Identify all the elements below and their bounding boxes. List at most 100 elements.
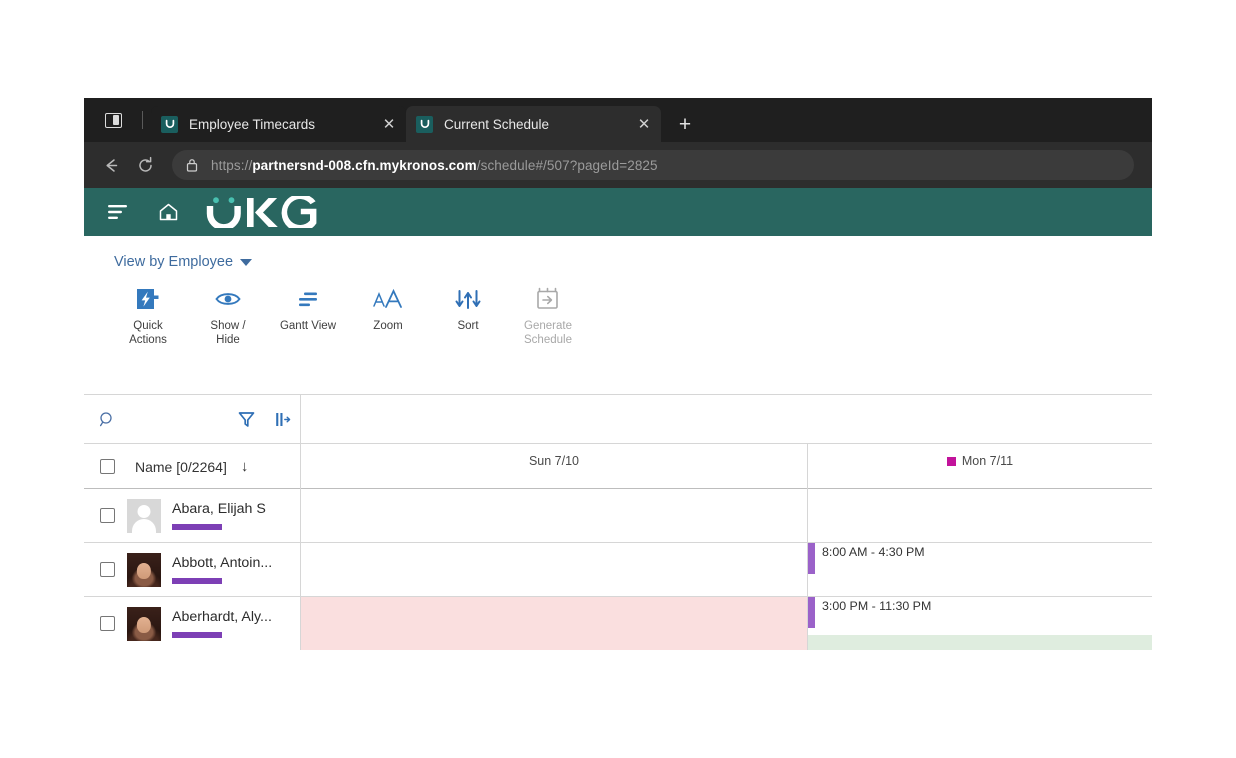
url-text: https://partnersnd-008.cfn.mykronos.com/…: [211, 158, 658, 173]
action-toolbar: Quick Actions Show / Hide Gantt View Zoo…: [84, 280, 1152, 347]
employee-name: Aberhardt, Aly...: [172, 609, 272, 625]
row-checkbox[interactable]: [100, 616, 115, 631]
browser-window: Employee Timecards ✕ Current Schedule ✕ …: [84, 98, 1152, 650]
schedule-cell-sun[interactable]: [301, 489, 808, 542]
zoom-text-icon: [372, 284, 404, 314]
reload-icon[interactable]: [128, 148, 162, 182]
new-tab-button[interactable]: +: [670, 109, 700, 139]
employee-name-cell[interactable]: Abara, Elijah S: [84, 489, 301, 542]
cell-availability-band: [808, 634, 1152, 650]
tab-close-icon[interactable]: ✕: [378, 113, 400, 135]
grid-header-row: Name [0/2264] ↓ Sun 7/10 Mon 7/11: [84, 443, 1152, 489]
employee-accent-bar: [172, 632, 222, 638]
app-header: [84, 188, 1152, 236]
schedule-cell-mon[interactable]: 3:00 PM - 11:30 PM: [808, 597, 1152, 650]
url-bar[interactable]: https://partnersnd-008.cfn.mykronos.com/…: [172, 150, 1134, 180]
eye-icon: [214, 284, 242, 314]
toolbar-label-line1: Generate: [524, 320, 572, 332]
employee-name-wrap: Aberhardt, Aly...: [172, 609, 272, 638]
sort-direction-icon[interactable]: ↓: [241, 459, 249, 474]
select-all-checkbox[interactable]: [100, 459, 115, 474]
shift-block[interactable]: 3:00 PM - 11:30 PM: [808, 597, 1152, 635]
table-row[interactable]: Aberhardt, Aly... 3:00 PM - 11:30 PM: [84, 597, 1152, 650]
avatar: [127, 552, 161, 587]
employee-name-wrap: Abbott, Antoin...: [172, 555, 272, 584]
toolbar-label-line2: Hide: [216, 334, 240, 347]
name-column-header: Name [0/2264] ↓: [84, 444, 301, 489]
view-by-selector[interactable]: View by Employee: [84, 236, 1152, 280]
row-checkbox[interactable]: [100, 562, 115, 577]
generate-schedule-icon: [535, 284, 561, 314]
hamburger-menu-icon[interactable]: [100, 194, 136, 230]
day-header-sun[interactable]: Sun 7/10: [301, 444, 808, 489]
screenshot-root: Employee Timecards ✕ Current Schedule ✕ …: [0, 0, 1236, 758]
lightning-bolt-icon: [135, 284, 161, 314]
split-pane-icon[interactable]: [104, 112, 122, 128]
avatar-face: [136, 562, 152, 579]
day-marker-icon: [946, 457, 956, 466]
toolbar-label-line1: Sort: [457, 320, 479, 332]
schedule-cell-mon[interactable]: 8:00 AM - 4:30 PM: [808, 543, 1152, 596]
quick-actions-button[interactable]: Quick Actions: [108, 284, 188, 347]
toolbar-label-line2: Actions: [129, 334, 167, 347]
row-checkbox[interactable]: [100, 508, 115, 523]
ukg-logo: [206, 196, 318, 228]
ukg-favicon: [161, 115, 178, 133]
browser-tab-0[interactable]: Employee Timecards ✕: [151, 106, 406, 142]
window-controls[interactable]: [84, 98, 142, 142]
shift-accent-bar: [808, 543, 815, 574]
home-icon[interactable]: [150, 194, 186, 230]
table-row[interactable]: Abara, Elijah S: [84, 489, 1152, 543]
schedule-cell-mon[interactable]: [808, 489, 1152, 542]
sort-arrows-icon: [455, 284, 481, 314]
schedule-cell-sun[interactable]: [301, 597, 808, 650]
avatar: [127, 606, 161, 641]
url-path: /schedule#/507?pageId=2825: [476, 157, 658, 173]
avatar: [127, 498, 161, 533]
sort-button[interactable]: Sort: [428, 284, 508, 347]
gantt-bars-icon: [294, 284, 322, 314]
employee-name-cell[interactable]: Aberhardt, Aly...: [84, 597, 301, 650]
ukg-favicon: [416, 115, 433, 133]
chevron-down-icon: [240, 258, 253, 266]
day-header-label: Sun 7/10: [528, 454, 580, 468]
toolbar-label-line1: Quick: [133, 320, 163, 332]
toolbar-label-line1: Gantt View: [279, 320, 337, 332]
url-host: partnersnd-008.cfn.mykronos.com: [252, 157, 477, 173]
lock-icon: [186, 158, 198, 172]
tab-close-icon[interactable]: ✕: [633, 113, 655, 135]
grid-controls-row: [84, 395, 301, 443]
name-column-label: Name [0/2264]: [135, 458, 227, 475]
day-header-mon[interactable]: Mon 7/11: [808, 444, 1152, 489]
shift-time-label: 3:00 PM - 11:30 PM: [822, 599, 932, 613]
toolbar-label-line1: Show /: [210, 320, 246, 332]
filter-funnel-icon[interactable]: [228, 410, 264, 429]
toolbar-label-line1: Zoom: [373, 320, 403, 332]
show-hide-button[interactable]: Show / Hide: [188, 284, 268, 347]
shift-time-label: 8:00 AM - 4:30 PM: [822, 545, 925, 559]
gantt-view-button[interactable]: Gantt View: [268, 284, 348, 347]
back-arrow-icon[interactable]: [94, 148, 128, 182]
tab-divider: [142, 111, 143, 129]
shift-block[interactable]: 8:00 AM - 4:30 PM: [808, 543, 1152, 581]
employee-name-wrap: Abara, Elijah S: [172, 501, 266, 530]
employee-accent-bar: [172, 524, 222, 530]
browser-tab-strip: Employee Timecards ✕ Current Schedule ✕ …: [84, 98, 1152, 142]
schedule-cell-sun[interactable]: [301, 543, 808, 596]
schedule-grid: Name [0/2264] ↓ Sun 7/10 Mon 7/11 Abara,…: [84, 394, 1152, 650]
column-resize-icon[interactable]: [264, 410, 300, 429]
toolbar-label-line2: Schedule: [524, 334, 572, 347]
zoom-button[interactable]: Zoom: [348, 284, 428, 347]
employee-name-cell[interactable]: Abbott, Antoin...: [84, 543, 301, 596]
shift-accent-bar: [808, 597, 815, 628]
browser-address-bar: https://partnersnd-008.cfn.mykronos.com/…: [84, 142, 1152, 188]
view-by-label: View by Employee: [114, 254, 234, 270]
search-icon[interactable]: [84, 411, 130, 428]
browser-tab-1[interactable]: Current Schedule ✕: [406, 106, 661, 142]
browser-tab-title: Employee Timecards: [189, 116, 316, 132]
url-scheme: https://: [211, 157, 253, 173]
day-header-label: Mon 7/11: [961, 454, 1014, 468]
table-row[interactable]: Abbott, Antoin... 8:00 AM - 4:30 PM: [84, 543, 1152, 597]
employee-name: Abbott, Antoin...: [172, 555, 273, 571]
employee-name: Abara, Elijah S: [172, 501, 266, 517]
